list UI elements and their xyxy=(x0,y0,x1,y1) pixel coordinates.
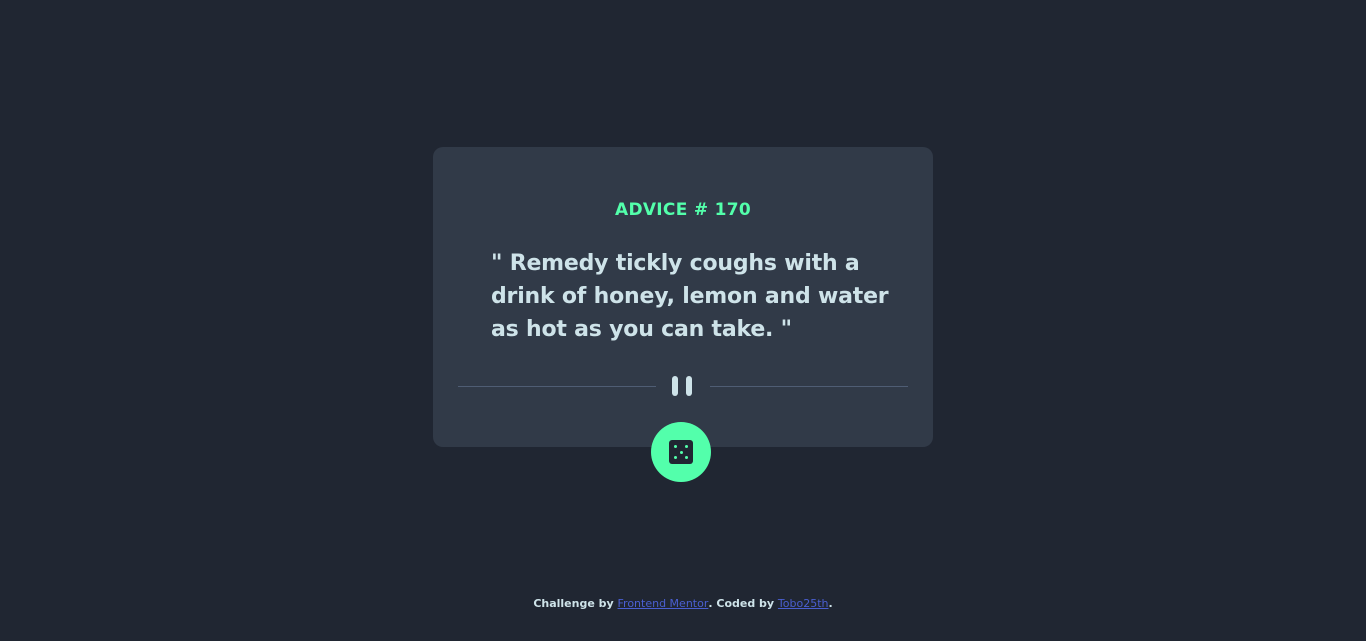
new-advice-button[interactable] xyxy=(651,422,711,482)
author-link[interactable]: Tobo25th xyxy=(778,597,829,610)
divider-line-left xyxy=(458,386,656,387)
divider-line-right xyxy=(710,386,908,387)
attribution-middle: . Coded by xyxy=(708,597,778,610)
advice-card: ADVICE # 170 " Remedy tickly coughs with… xyxy=(433,147,933,447)
attribution: Challenge by Frontend Mentor. Coded by T… xyxy=(0,597,1366,610)
advice-quote: " Remedy tickly coughs with a drink of h… xyxy=(491,251,889,342)
divider xyxy=(458,373,908,397)
frontend-mentor-link[interactable]: Frontend Mentor xyxy=(618,597,709,610)
pause-icon xyxy=(672,376,694,396)
dice-icon xyxy=(669,440,693,464)
advice-number: ADVICE # 170 xyxy=(614,200,751,220)
attribution-suffix: . xyxy=(828,597,833,610)
attribution-prefix: Challenge by xyxy=(533,597,618,610)
